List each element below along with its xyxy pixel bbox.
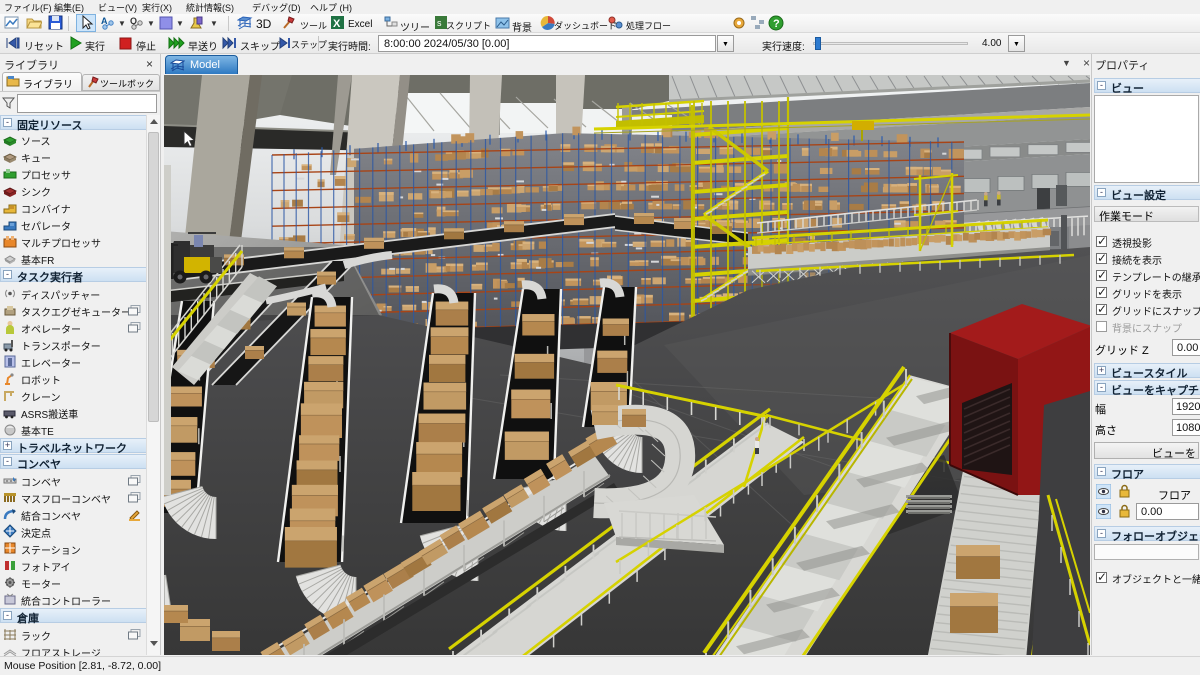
svg-text:?: ? [773, 18, 780, 30]
svg-text:s: s [437, 18, 442, 28]
svg-text:X: X [333, 18, 341, 30]
